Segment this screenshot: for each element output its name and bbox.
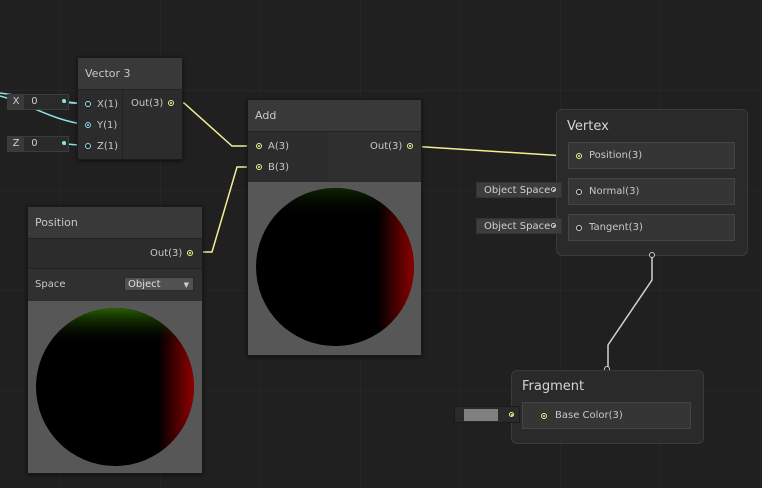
- wire-add-to-vertex-position: [409, 145, 578, 157]
- base-color-swatch-port[interactable]: [509, 412, 514, 417]
- add-output-label: Out(3): [370, 141, 403, 152]
- add-preview-sphere: [256, 188, 414, 346]
- position-output-label: Out(3): [150, 248, 183, 259]
- x-field-value[interactable]: 0: [27, 95, 37, 109]
- position-space-label: Space: [35, 279, 66, 290]
- add-input-b-port[interactable]: [256, 164, 262, 170]
- add-input-a-port[interactable]: [256, 143, 262, 149]
- normal-space-badge[interactable]: Object Space: [476, 182, 562, 198]
- position-preview: [28, 301, 202, 473]
- vertex-normal-port[interactable]: [576, 189, 582, 195]
- z-field-value[interactable]: 0: [27, 137, 37, 151]
- tangent-space-label: Object Space: [484, 221, 551, 232]
- vertex-block-tangent[interactable]: Tangent(3): [568, 214, 735, 241]
- position-space-dropdown[interactable]: Object ▼: [124, 277, 194, 291]
- fragment-block-base-color[interactable]: Base Color(3): [522, 402, 691, 429]
- vertex-block-position[interactable]: Position(3): [568, 142, 735, 169]
- normal-space-label: Object Space: [484, 185, 551, 196]
- chevron-down-icon: ▼: [183, 281, 189, 289]
- position-node[interactable]: Position Out(3) Space Object ▼: [27, 206, 203, 474]
- wire-vector3-to-add-a: [171, 102, 258, 147]
- vertex-tangent-label: Tangent(3): [589, 222, 643, 233]
- position-output-port[interactable]: [187, 250, 193, 256]
- vector3-input-y-port[interactable]: [85, 122, 91, 128]
- add-node[interactable]: Add A(3) B(3) Out(3): [247, 99, 422, 356]
- add-output-port[interactable]: [407, 143, 413, 149]
- vertex-flow-output-port[interactable]: [649, 252, 655, 258]
- vertex-block-normal[interactable]: Normal(3): [568, 178, 735, 205]
- base-color-swatch[interactable]: [464, 409, 498, 421]
- vector3-input-z-label: Z(1): [97, 141, 119, 152]
- add-node-title: Add: [248, 100, 421, 132]
- fragment-base-color-label: Base Color(3): [555, 410, 623, 421]
- x-field-port[interactable]: [62, 99, 66, 103]
- vector3-input-x-port[interactable]: [85, 101, 91, 107]
- vector3-input-z-port[interactable]: [85, 143, 91, 149]
- add-preview: [248, 182, 421, 355]
- z-field-label: Z: [8, 137, 24, 151]
- vector3-x-field[interactable]: X 0: [7, 94, 69, 110]
- vertex-normal-label: Normal(3): [589, 186, 640, 197]
- add-input-b-label: B(3): [268, 162, 290, 173]
- vector3-input-x-label: X(1): [97, 99, 119, 110]
- fragment-context[interactable]: Fragment Base Color(3): [511, 370, 704, 444]
- position-space-value: Object: [128, 279, 161, 290]
- tangent-space-badge[interactable]: Object Space: [476, 218, 562, 234]
- x-field-label: X: [8, 95, 24, 109]
- vector3-output-label: Out(3): [131, 98, 164, 109]
- z-field-port[interactable]: [62, 141, 66, 145]
- vector3-output-port[interactable]: [168, 100, 174, 106]
- wire-vertex-to-fragment: [607, 256, 653, 369]
- vertex-context[interactable]: Vertex Position(3) Normal(3) Tangent(3): [556, 109, 748, 256]
- vertex-position-port[interactable]: [576, 153, 582, 159]
- vector3-node-title: Vector 3: [78, 58, 182, 90]
- fragment-context-title: Fragment: [522, 379, 585, 394]
- normal-space-port[interactable]: [551, 187, 556, 192]
- tangent-space-port[interactable]: [551, 223, 556, 228]
- vertex-context-title: Vertex: [567, 119, 609, 134]
- vector3-z-field[interactable]: Z 0: [7, 136, 69, 152]
- vector3-divider: [122, 90, 123, 159]
- position-node-title: Position: [28, 207, 202, 239]
- fragment-base-color-port[interactable]: [541, 413, 547, 419]
- add-input-a-label: A(3): [268, 141, 290, 152]
- vertex-tangent-port[interactable]: [576, 225, 582, 231]
- vector3-node[interactable]: Vector 3 X(1) Y(1) Z(1) Out(3): [77, 57, 183, 160]
- base-color-field[interactable]: [454, 406, 520, 423]
- position-space-row: Space Object ▼: [28, 268, 202, 302]
- position-preview-sphere: [36, 308, 194, 466]
- vector3-input-y-label: Y(1): [97, 120, 118, 131]
- vertex-position-label: Position(3): [589, 150, 643, 161]
